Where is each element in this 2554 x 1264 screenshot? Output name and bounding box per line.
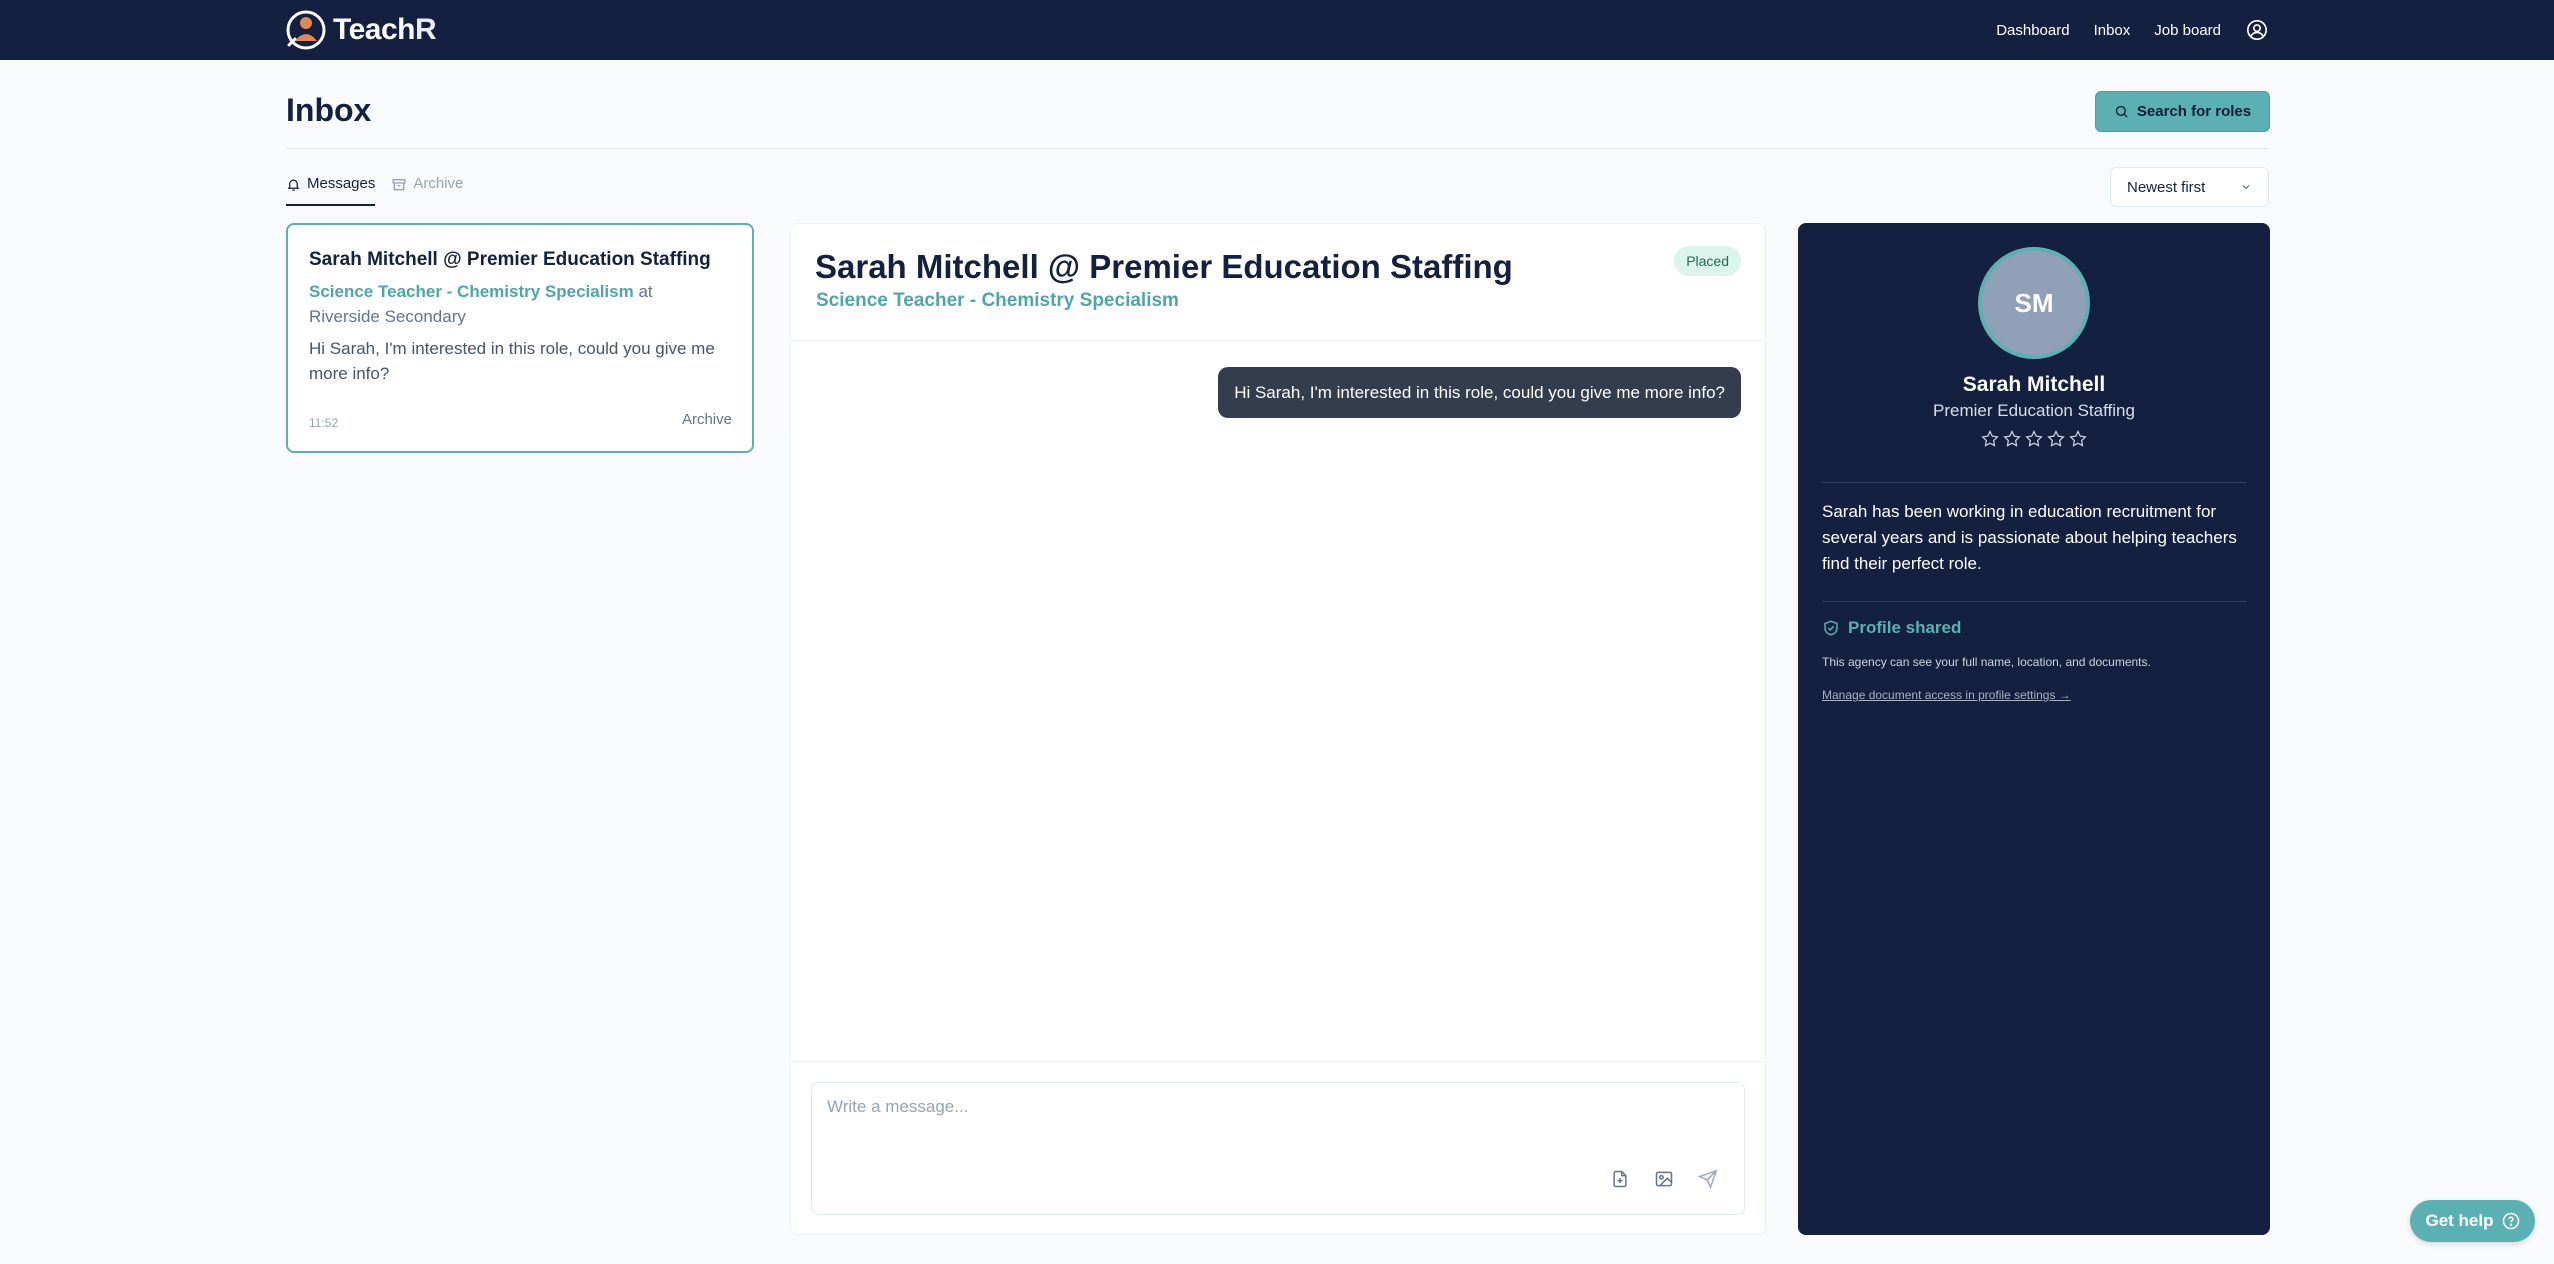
chat-role: Science Teacher - Chemistry Specialism	[816, 290, 1179, 311]
search-icon	[2115, 105, 2128, 118]
bell-icon	[287, 179, 300, 191]
archive-box-icon	[392, 179, 407, 191]
status-badge: Placed	[1674, 246, 1741, 276]
tab-archive-label: Archive	[413, 175, 464, 192]
nav-inbox[interactable]: Inbox	[2094, 22, 2131, 39]
star-icon[interactable]	[2002, 429, 2022, 449]
star-icon[interactable]	[2046, 429, 2066, 449]
main-nav: Dashboard Inbox Job board	[1996, 0, 2269, 60]
star-icon[interactable]	[2024, 429, 2044, 449]
logo-text: TeachR	[333, 13, 437, 46]
attach-file-icon[interactable]	[1608, 1167, 1632, 1191]
send-icon[interactable]	[1696, 1167, 1720, 1191]
conversation-role: Science Teacher - Chemistry Specialism	[309, 282, 634, 301]
conversation-at: at	[638, 282, 653, 301]
composer-tools	[1608, 1167, 1720, 1191]
sort-selected-value: Newest first	[2127, 178, 2206, 196]
message-composer	[811, 1082, 1745, 1215]
star-icon[interactable]	[2068, 429, 2088, 449]
chat-panel: Sarah Mitchell @ Premier Education Staff…	[790, 223, 1766, 1235]
tab-messages[interactable]: Messages	[286, 172, 376, 206]
conversation-card[interactable]: Sarah Mitchell @ Premier Education Staff…	[286, 223, 754, 453]
chat-header: Sarah Mitchell @ Premier Education Staff…	[791, 224, 1765, 341]
teachr-logo[interactable]: TeachR	[285, 7, 437, 53]
message-input[interactable]	[827, 1097, 1727, 1157]
top-nav-bar: TeachR Dashboard Inbox Job board	[0, 0, 2554, 60]
header-divider	[286, 148, 2270, 149]
profile-shared-status: Profile shared	[1822, 618, 1961, 638]
star-rating[interactable]	[1798, 429, 2270, 449]
star-icon[interactable]	[1980, 429, 2000, 449]
chat-title: Sarah Mitchell @ Premier Education Staff…	[815, 248, 1513, 285]
sort-dropdown[interactable]: Newest first	[2110, 167, 2269, 207]
agent-profile-panel: SM Sarah Mitchell Premier Education Staf…	[1798, 223, 2270, 1235]
conversation-time: 11:52	[309, 416, 339, 430]
page-title: Inbox	[286, 92, 372, 128]
attach-image-icon[interactable]	[1652, 1167, 1676, 1191]
search-for-roles-label: Search for roles	[2136, 103, 2252, 120]
profile-name: Sarah Mitchell	[1962, 373, 2106, 396]
profile-bio: Sarah has been working in education recr…	[1822, 502, 2237, 573]
profile-shared-note: This agency can see your full name, loca…	[1822, 655, 2151, 669]
conversation-role-line: Science Teacher - Chemistry Specialism a…	[309, 279, 732, 329]
nav-dashboard[interactable]: Dashboard	[1996, 22, 2069, 39]
conversation-preview: Hi Sarah, I'm interested in this role, c…	[309, 339, 715, 383]
profile-divider	[1822, 601, 2246, 602]
chevron-down-icon	[2242, 185, 2250, 190]
user-circle-icon[interactable]	[2245, 18, 2269, 42]
get-help-label: Get help	[2425, 1211, 2494, 1230]
profile-divider	[1822, 482, 2246, 483]
manage-document-access-link[interactable]: Manage document access in profile settin…	[1822, 688, 2071, 702]
tab-messages-label: Messages	[307, 175, 376, 192]
nav-job-board[interactable]: Job board	[2154, 22, 2221, 39]
shield-check-icon	[1824, 620, 1838, 636]
archive-conversation-button[interactable]: Archive	[682, 411, 732, 428]
avatar: SM	[1978, 247, 2090, 359]
tab-archive[interactable]: Archive	[391, 172, 463, 206]
search-for-roles-button[interactable]: Search for roles	[2095, 91, 2270, 132]
inbox-tabs: Messages Archive	[286, 172, 463, 206]
question-circle-icon	[2502, 1212, 2519, 1230]
composer-divider	[791, 1061, 1765, 1062]
get-help-button[interactable]: Get help	[2410, 1200, 2535, 1242]
profile-agency: Premier Education Staffing	[1933, 401, 2135, 420]
logo-mark-icon	[286, 10, 326, 50]
conversation-title: Sarah Mitchell @ Premier Education Staff…	[309, 249, 711, 270]
message-bubble: Hi Sarah, I'm interested in this role, c…	[1218, 367, 1741, 418]
conversation-school: Riverside Secondary	[309, 307, 466, 326]
profile-shared-label: Profile shared	[1848, 618, 1962, 637]
